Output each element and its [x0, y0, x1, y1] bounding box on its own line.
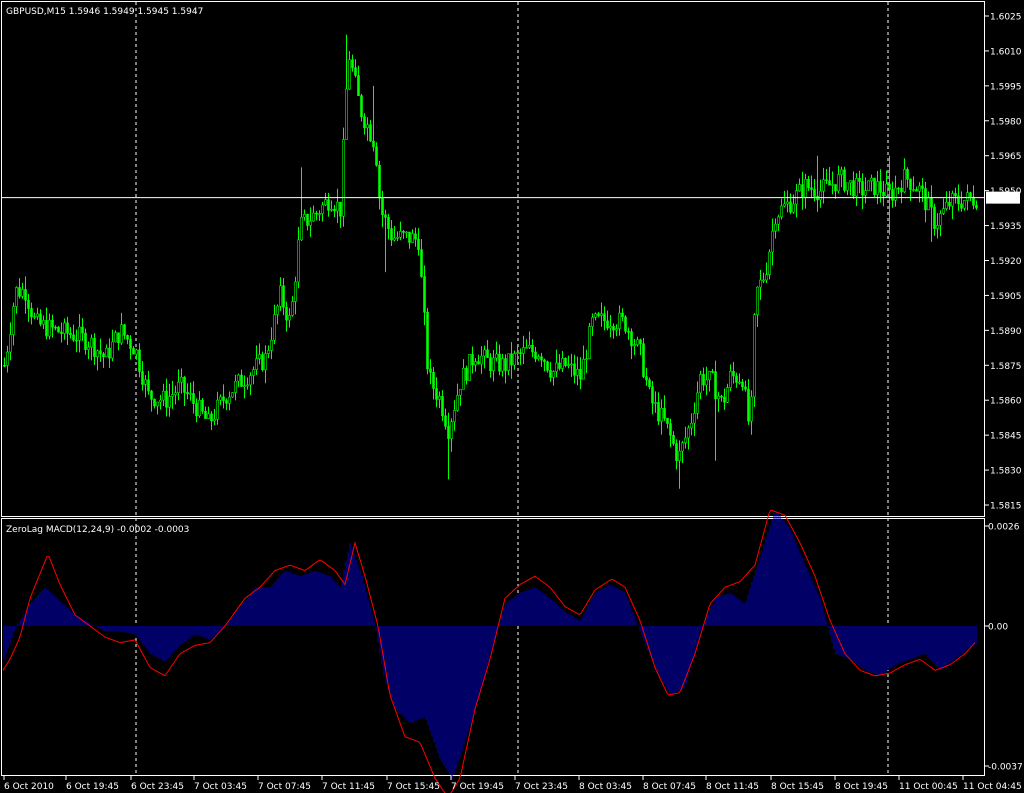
price-tick-label: 1.5845	[990, 432, 1022, 442]
candle[interactable]	[588, 322, 591, 360]
time-tick-label: 8 Oct 03:45	[579, 782, 632, 792]
candle[interactable]	[873, 177, 876, 197]
candle[interactable]	[564, 357, 567, 368]
price-tick-label: 1.6025	[990, 13, 1022, 23]
price-tick-label: 1.5935	[990, 222, 1022, 232]
price-chart-title: GBPUSD,M15 1.5946 1.5949 1.5945 1.5947	[6, 7, 203, 17]
candle[interactable]	[342, 127, 345, 227]
candle[interactable]	[867, 180, 870, 192]
price-axis: 1.60251.60101.59951.59801.59651.59501.59…	[985, 13, 1022, 512]
candle[interactable]	[468, 354, 471, 381]
candle[interactable]	[57, 325, 60, 333]
time-tick-label: 7 Oct 11:45	[322, 782, 375, 792]
macd-tick-label: 0.0026	[988, 523, 1020, 533]
time-tick-label: 7 Oct 19:45	[451, 782, 504, 792]
price-tick-label: 1.5995	[990, 82, 1022, 92]
candle[interactable]	[642, 337, 645, 379]
time-tick-label: 11 Oct 00:45	[899, 782, 958, 792]
price-tick-label: 1.5980	[990, 117, 1022, 127]
price-tick-label: 1.5920	[990, 257, 1022, 267]
candle[interactable]	[261, 351, 264, 372]
time-tick-label: 8 Oct 11:45	[706, 782, 759, 792]
price-tick-label: 1.6010	[990, 47, 1022, 57]
macd-axis: 0.0026 0.00 -0.0037	[985, 523, 1023, 773]
time-axis: 6 Oct 2010 6 Oct 19:45 6 Oct 23:45 7 Oct 03…	[3, 776, 1022, 792]
candle[interactable]	[624, 315, 627, 334]
price-panel-frame	[1, 1, 985, 517]
macd-tick-label: 0.00	[988, 623, 1008, 633]
price-tick-label: 1.5815	[990, 502, 1022, 512]
time-tick-label: 8 Oct 19:45	[835, 782, 888, 792]
time-tick-label: 6 Oct 19:45	[66, 782, 119, 792]
time-tick-label: 7 Oct 03:45	[194, 782, 247, 792]
time-tick-label: 8 Oct 07:45	[643, 782, 696, 792]
macd-tick-label: -0.0037	[988, 763, 1023, 773]
time-tick-label: 7 Oct 15:45	[387, 782, 440, 792]
price-tick-label: 1.5830	[990, 467, 1022, 477]
price-tick-label: 1.5875	[990, 362, 1022, 372]
time-tick-label: 11 Oct 04:45	[963, 782, 1022, 792]
candle[interactable]	[843, 166, 846, 193]
candle[interactable]	[426, 307, 429, 375]
time-tick-label: 7 Oct 07:45	[258, 782, 311, 792]
indicator-title: ZeroLag MACD(12,24,9) -0.0002 -0.0003	[6, 525, 189, 535]
candle[interactable]	[231, 392, 234, 398]
time-tick-label: 6 Oct 23:45	[131, 782, 184, 792]
current-price-label: 1.5947	[988, 194, 1020, 204]
chart-canvas[interactable]: 1.60251.60101.59951.59801.59651.59501.59…	[0, 0, 1024, 793]
time-tick-label: 8 Oct 15:45	[771, 782, 824, 792]
price-tick-label: 1.5890	[990, 327, 1022, 337]
price-tick-label: 1.5965	[990, 152, 1022, 162]
time-tick-label: 7 Oct 23:45	[515, 782, 568, 792]
candle[interactable]	[768, 249, 771, 280]
price-tick-label: 1.5905	[990, 292, 1022, 302]
price-tick-label: 1.5860	[990, 397, 1022, 407]
time-tick-label: 6 Oct 2010	[4, 782, 54, 792]
candle[interactable]	[753, 313, 756, 407]
